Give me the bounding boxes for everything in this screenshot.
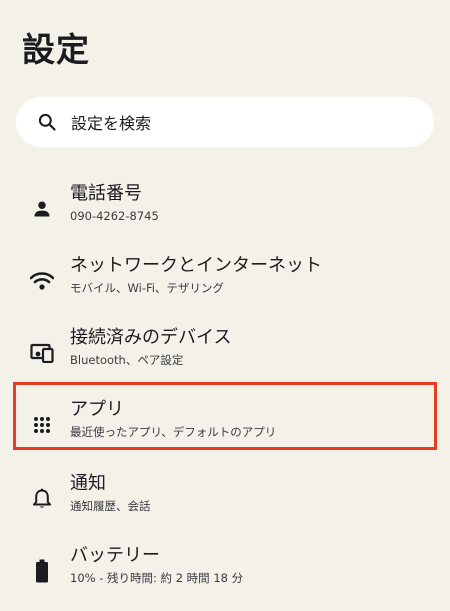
settings-item-title: バッテリー	[70, 545, 160, 566]
settings-item-subtitle: Bluetooth、ペア設定	[70, 353, 184, 367]
settings-item-title: 接続済みのデバイス	[70, 327, 232, 348]
search-icon	[36, 111, 58, 133]
settings-item-title: ネットワークとインターネット	[70, 255, 322, 276]
battery-icon	[30, 559, 54, 583]
settings-item-phone-number[interactable]: 電話番号 090-4262-8745	[0, 182, 450, 242]
settings-item-subtitle: 最近使ったアプリ、デフォルトのアプリ	[70, 425, 277, 439]
connected-devices-icon	[30, 341, 54, 365]
settings-item-subtitle: 090-4262-8745	[70, 209, 159, 223]
settings-item-title: 電話番号	[70, 183, 142, 204]
settings-item-network[interactable]: ネットワークとインターネット モバイル、Wi-Fi、テザリング	[0, 254, 450, 314]
settings-item-subtitle: 10% - 残り時間: 約 2 時間 18 分	[70, 571, 244, 585]
settings-item-subtitle: モバイル、Wi-Fi、テザリング	[70, 281, 224, 295]
settings-item-notifications[interactable]: 通知 通知履歴、会話	[0, 472, 450, 532]
settings-item-title: 通知	[70, 473, 106, 494]
search-placeholder: 設定を検索	[71, 114, 152, 133]
wifi-icon	[30, 269, 54, 293]
settings-item-battery[interactable]: バッテリー 10% - 残り時間: 約 2 時間 18 分	[0, 544, 450, 604]
settings-item-subtitle: 通知履歴、会話	[70, 499, 151, 513]
person-icon	[30, 197, 54, 221]
bell-icon	[30, 487, 54, 511]
search-bar[interactable]: 設定を検索	[16, 97, 434, 147]
settings-item-title: アプリ	[70, 399, 124, 420]
apps-grid-icon	[30, 413, 54, 437]
settings-item-apps[interactable]: アプリ 最近使ったアプリ、デフォルトのアプリ	[0, 398, 450, 458]
page-title: 設定	[22, 30, 90, 69]
settings-item-connected-devices[interactable]: 接続済みのデバイス Bluetooth、ペア設定	[0, 326, 450, 386]
